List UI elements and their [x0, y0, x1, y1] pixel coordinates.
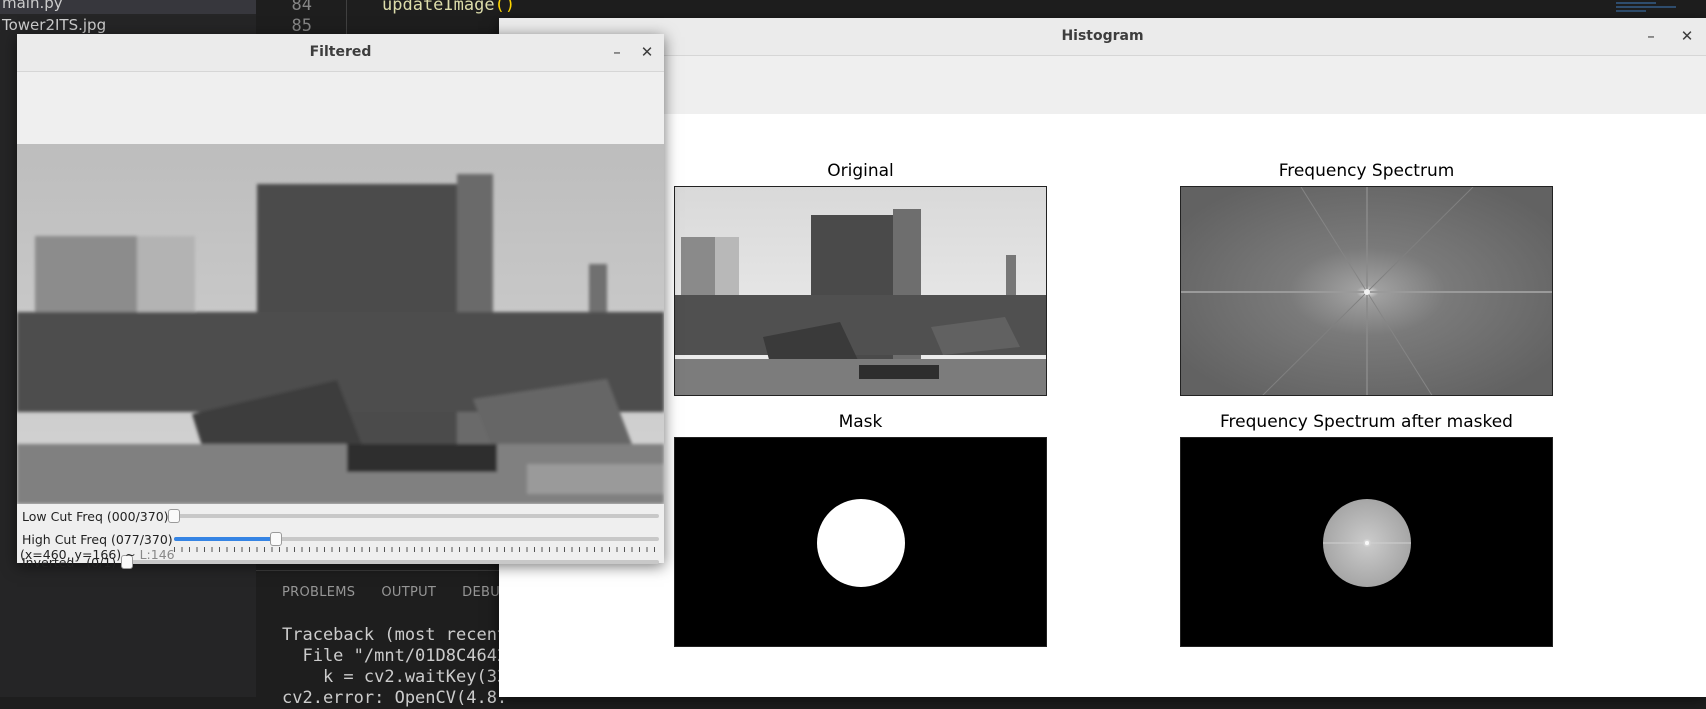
status-bar: (x=460, y=166) ~ L:146: [20, 547, 175, 562]
frequency-spectrum-image: [1181, 187, 1552, 395]
terminal-output[interactable]: Traceback (most recent File "/mnt/01D8C4…: [282, 625, 507, 709]
close-button[interactable]: ✕: [1678, 27, 1696, 45]
mask-image: [675, 438, 1046, 646]
filtered-titlebar[interactable]: Filtered – ✕: [17, 34, 664, 72]
panel-title-masked-spectrum: Frequency Spectrum after masked: [1220, 412, 1513, 432]
code-parens: (): [494, 0, 516, 15]
tab-output[interactable]: OUTPUT: [381, 585, 436, 600]
minimize-button[interactable]: –: [608, 43, 626, 61]
tab-problems[interactable]: PROBLEMS: [282, 585, 355, 600]
terminal-line: cv2.error: OpenCV(4.8.: [282, 688, 508, 708]
building-photo-image: [675, 187, 1046, 395]
low-cut-slider-groove[interactable]: [174, 514, 659, 518]
histogram-titlebar[interactable]: Histogram – ✕: [499, 18, 1706, 56]
cursor-coordinates: (x=460, y=166) ~: [20, 547, 140, 562]
panel-tabs: PROBLEMS OUTPUT DEBUG: [282, 585, 510, 600]
trackbar-label-high-cut: High Cut Freq (077/370): [22, 532, 173, 547]
filtered-toolbar: [17, 72, 664, 144]
explorer-file-main[interactable]: main.py: [0, 0, 256, 14]
code-line[interactable]: updateImage(): [382, 0, 515, 18]
terminal-line: Traceback (most recent: [282, 625, 508, 645]
histogram-toolbar: [499, 56, 1706, 114]
minimize-button[interactable]: –: [1642, 27, 1660, 45]
histogram-window: Histogram – ✕ Original Frequency Spectru…: [499, 18, 1706, 697]
high-cut-slider-fill: [174, 537, 275, 541]
filtered-window: Filtered – ✕ Low Cut Freq (000/370) High…: [17, 34, 664, 570]
inverted-slider-groove[interactable]: [127, 560, 659, 564]
close-button[interactable]: ✕: [638, 43, 656, 61]
original-image-axes: [674, 186, 1047, 396]
low-cut-slider-handle[interactable]: [168, 509, 180, 523]
terminal-line: File "/mnt/01D8C4642: [282, 646, 508, 666]
masked-spectrum-image: [1181, 438, 1552, 646]
code-function-call: updateImage: [382, 0, 495, 15]
panel-title-spectrum: Frequency Spectrum: [1278, 161, 1455, 181]
panel-title-original: Original: [827, 161, 894, 181]
trackbar-label-low-cut: Low Cut Freq (000/370): [22, 509, 169, 524]
filtered-window-title: Filtered: [309, 44, 372, 60]
trackbar-low-cut: Low Cut Freq (000/370): [17, 506, 664, 528]
terminal-line: k = cv2.waitKey(33: [282, 667, 508, 687]
filtered-image[interactable]: [17, 144, 664, 504]
mask-axes: [674, 437, 1047, 647]
explorer-file-image[interactable]: Tower2ITS.jpg: [0, 14, 256, 36]
high-cut-slider-handle[interactable]: [270, 532, 282, 546]
filtered-building-photo: [17, 144, 664, 504]
panel-title-mask: Mask: [838, 412, 883, 432]
frequency-spectrum-axes: [1180, 186, 1553, 396]
masked-spectrum-axes: [1180, 437, 1553, 647]
pixel-value: L:146: [139, 547, 175, 562]
histogram-window-title: Histogram: [1061, 28, 1144, 44]
figure-canvas: Original Frequency Spectrum Mask Frequen…: [499, 114, 1706, 697]
